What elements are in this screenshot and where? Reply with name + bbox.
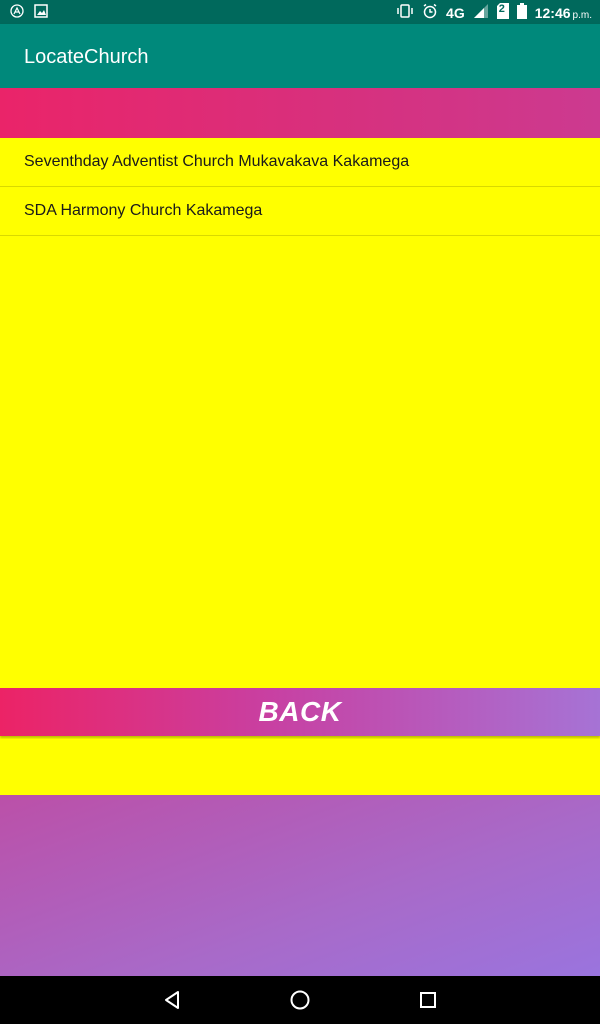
sim-badge: 2 [498, 3, 505, 15]
church-list: Seventhday Adventist Church Mukavakava K… [0, 138, 600, 236]
church-name: SDA Harmony Church Kakamega [24, 202, 263, 219]
list-item[interactable]: Seventhday Adventist Church Mukavakava K… [0, 138, 600, 187]
recents-square-icon[interactable] [416, 988, 440, 1012]
signal-icon [473, 4, 489, 21]
list-item[interactable]: SDA Harmony Church Kakamega [0, 187, 600, 236]
app-title: LocateChurch [24, 46, 149, 68]
vibrate-icon [396, 4, 414, 21]
alarm-icon [422, 3, 438, 22]
church-name: Seventhday Adventist Church Mukavakava K… [24, 153, 410, 170]
battery-icon [516, 3, 527, 22]
accessibility-icon [10, 4, 24, 23]
sim-icon: 2 [496, 3, 509, 22]
image-icon [34, 4, 48, 23]
navigation-bar [0, 976, 600, 1024]
clock-ampm: p.m. [572, 9, 592, 21]
bottom-gradient-panel [0, 795, 600, 976]
header-band [0, 88, 600, 138]
app-bar: LocateChurch [0, 24, 600, 88]
back-triangle-icon[interactable] [160, 988, 184, 1012]
home-circle-icon[interactable] [288, 988, 312, 1012]
clock: 12:46 p.m. [535, 5, 592, 21]
clock-time: 12:46 [534, 4, 571, 21]
back-button[interactable]: BACK [0, 688, 600, 736]
status-bar: 4G 2 12:46 p.m. [0, 0, 600, 24]
network-type: 4G [446, 4, 465, 21]
footer-strip [0, 739, 600, 795]
